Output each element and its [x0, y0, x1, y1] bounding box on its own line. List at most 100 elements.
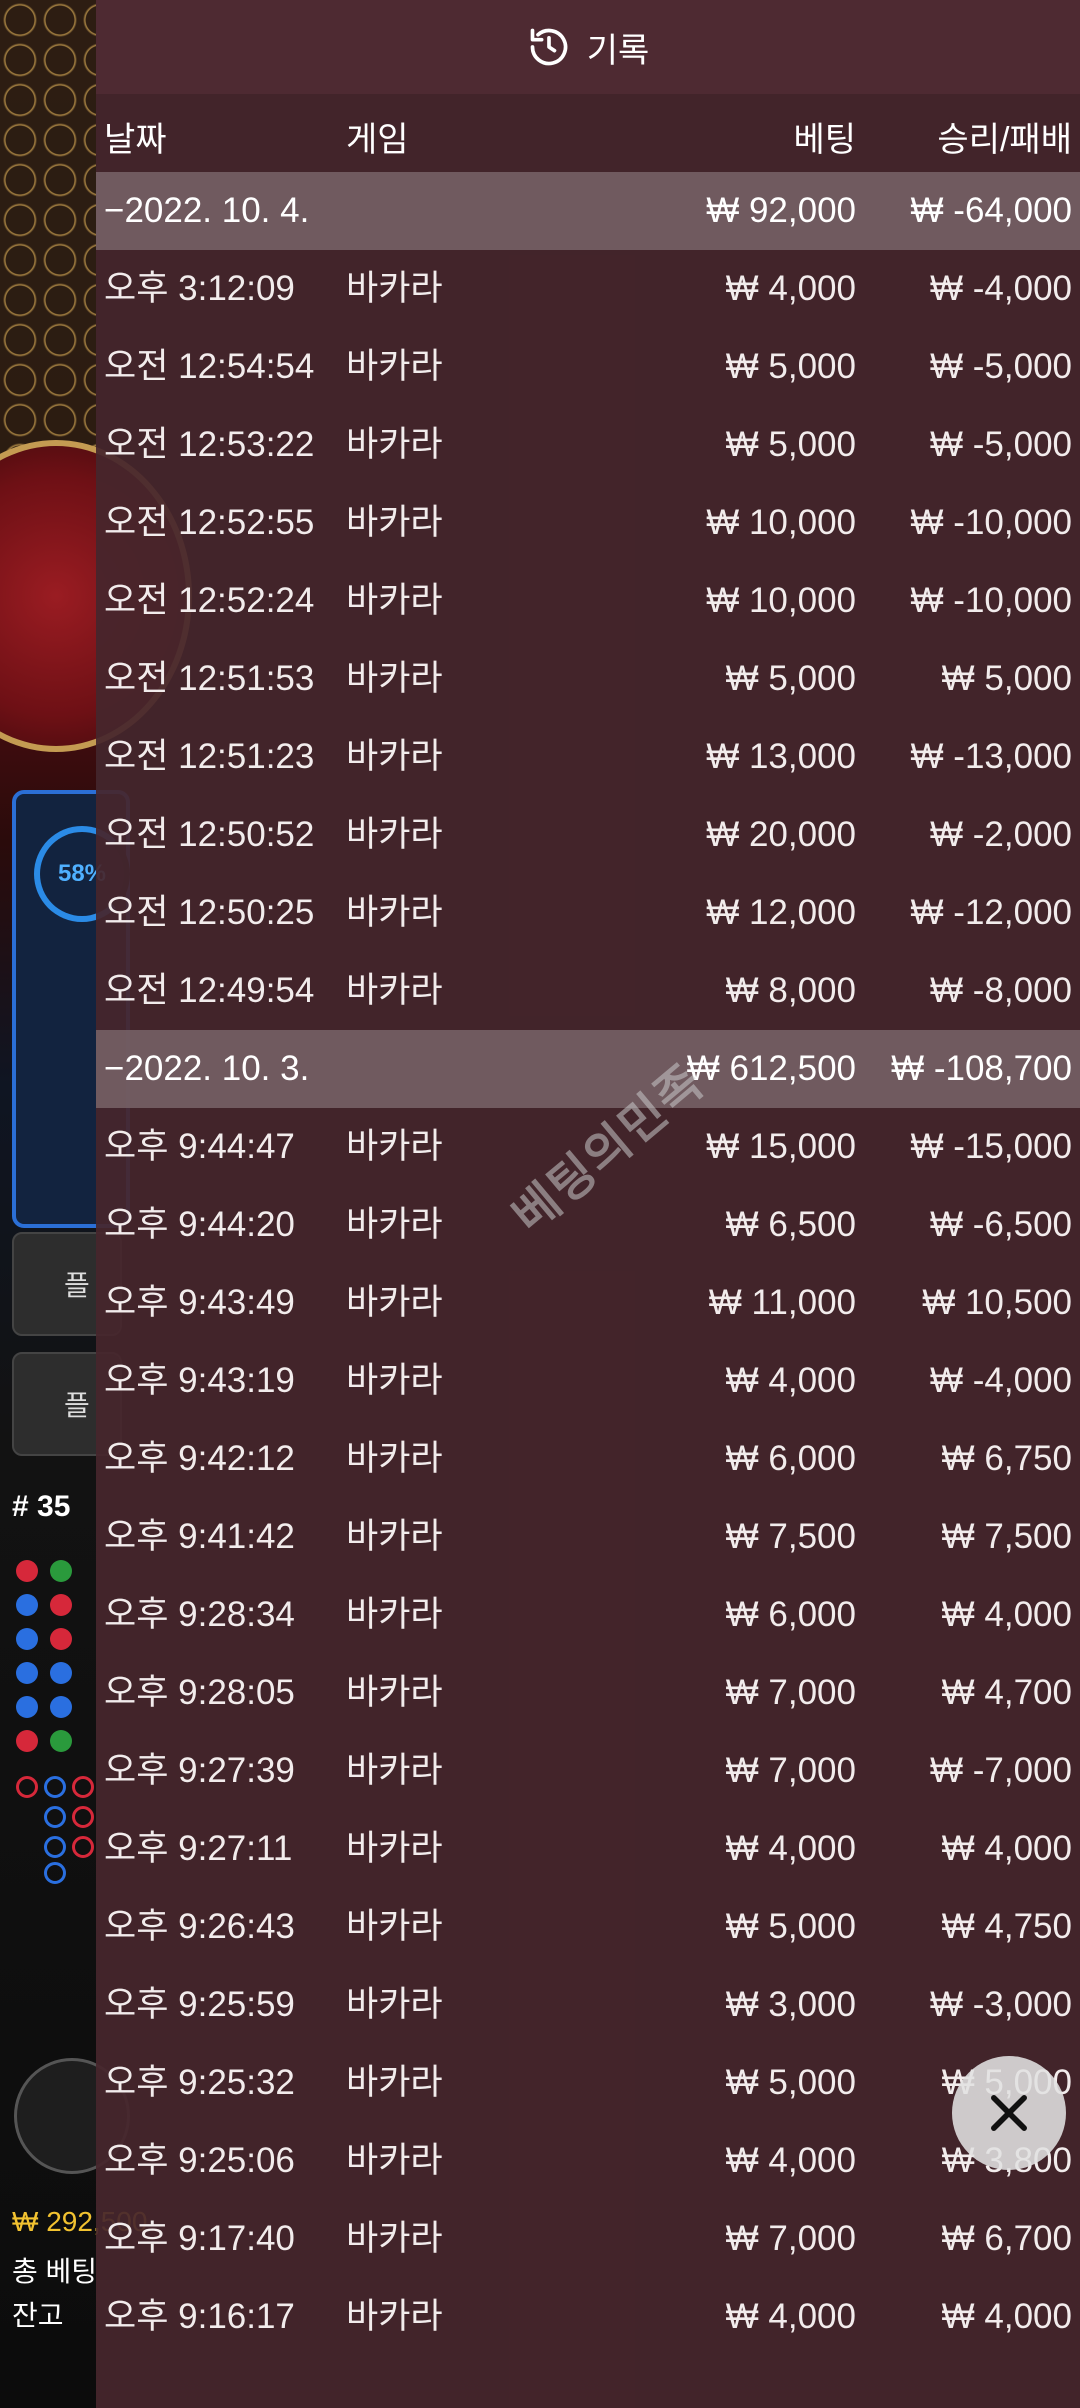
row-time: 오후 9:25:59	[104, 1985, 295, 2024]
row-game: 바카라	[346, 1127, 443, 1166]
row-bet: ₩ 10,000	[706, 581, 856, 620]
table-row[interactable]: 오후 9:43:49 바카라 ₩ 11,000 ₩ 10,500	[96, 1264, 1080, 1342]
row-time: 오전 12:50:25	[104, 893, 315, 932]
table-row[interactable]: 오후 9:41:42 바카라 ₩ 7,500 ₩ 7,500	[96, 1498, 1080, 1576]
row-time: 오후 9:25:06	[104, 2141, 295, 2180]
row-game: 바카라	[346, 2297, 443, 2336]
table-row[interactable]: 오전 12:51:53 바카라 ₩ 5,000 ₩ 5,000	[96, 640, 1080, 718]
row-game: 바카라	[346, 425, 443, 464]
row-bet: ₩ 4,000	[725, 2297, 856, 2336]
row-result: ₩ -3,000	[930, 1985, 1072, 2024]
row-time: 오후 3:12:09	[104, 269, 295, 308]
row-bet: ₩ 7,000	[725, 2219, 856, 2258]
table-row[interactable]: 오후 9:27:11 바카라 ₩ 4,000 ₩ 4,000	[96, 1810, 1080, 1888]
row-bet: ₩ 3,000	[725, 1985, 856, 2024]
row-result: ₩ 6,700	[941, 2219, 1072, 2258]
row-result: ₩ 4,000	[941, 2297, 1072, 2336]
row-result: ₩ 5,000	[941, 659, 1072, 698]
row-time: 오후 9:27:39	[104, 1751, 295, 1790]
table-row[interactable]: 오후 9:26:43 바카라 ₩ 5,000 ₩ 4,750	[96, 1888, 1080, 1966]
row-game: 바카라	[346, 1829, 443, 1868]
row-game: 바카라	[346, 1361, 443, 1400]
row-time: 오전 12:54:54	[104, 347, 315, 386]
row-bet: ₩ 4,000	[725, 2141, 856, 2180]
row-time: 오전 12:51:53	[104, 659, 315, 698]
table-header: 날짜 게임 베팅 승리/패배	[96, 96, 1080, 168]
table-row[interactable]: 오후 9:28:05 바카라 ₩ 7,000 ₩ 4,700	[96, 1654, 1080, 1732]
history-title: 기록	[586, 31, 650, 70]
row-result: ₩ -13,000	[910, 737, 1072, 776]
day-summary-row[interactable]: −2022. 10. 4. ₩ 92,000 ₩ -64,000	[96, 172, 1080, 250]
history-table: −2022. 10. 4. ₩ 92,000 ₩ -64,000 오후 3:12…	[96, 172, 1080, 2356]
row-result: ₩ -4,000	[930, 269, 1072, 308]
row-bet: ₩ 13,000	[706, 737, 856, 776]
row-bet: ₩ 5,000	[725, 659, 856, 698]
row-game: 바카라	[346, 1907, 443, 1946]
row-time: 오후 9:44:20	[104, 1205, 295, 1244]
row-bet: ₩ 20,000	[706, 815, 856, 854]
table-row[interactable]: 오후 9:42:12 바카라 ₩ 6,000 ₩ 6,750	[96, 1420, 1080, 1498]
column-header-game: 게임	[346, 121, 409, 159]
row-time: 오전 12:52:24	[104, 581, 315, 620]
row-bet: ₩ 6,000	[725, 1439, 856, 1478]
row-bet: ₩ 5,000	[725, 1907, 856, 1946]
table-row[interactable]: 오후 9:25:32바카라₩ 5,000₩ 5,000	[96, 2044, 1080, 2122]
row-bet: ₩ 11,000	[708, 1283, 856, 1322]
row-result: ₩ -5,000	[930, 425, 1072, 464]
row-game: 바카라	[346, 347, 443, 386]
round-number: # 35	[12, 1490, 71, 1523]
table-row[interactable]: 오후 9:25:59 바카라 ₩ 3,000 ₩ -3,000	[96, 1966, 1080, 2044]
row-game: 바카라	[346, 581, 443, 620]
row-bet: ₩ 7,000	[725, 1673, 856, 1712]
row-bet: ₩ 4,000	[725, 1829, 856, 1868]
table-row[interactable]: 오전 12:50:25 바카라 ₩ 12,000 ₩ -12,000	[96, 874, 1080, 952]
row-bet: ₩ 7,000	[725, 1751, 856, 1790]
row-bet: ₩ 5,000	[725, 2063, 856, 2102]
history-icon	[530, 28, 567, 66]
row-result: ₩ 6,750	[941, 1439, 1072, 1478]
row-result: ₩ -6,500	[930, 1205, 1072, 1244]
row-time: 오전 12:53:22	[104, 425, 315, 464]
row-time: 오후 9:41:42	[104, 1517, 295, 1556]
table-row[interactable]: 오전 12:54:54 바카라 ₩ 5,000 ₩ -5,000	[96, 328, 1080, 406]
row-result: ₩ -15,000	[910, 1127, 1072, 1166]
table-row[interactable]: 오후 9:28:34 바카라 ₩ 6,000 ₩ 4,000	[96, 1576, 1080, 1654]
row-bet: ₩ 5,000	[725, 425, 856, 464]
row-game: 바카라	[346, 1439, 443, 1478]
row-bet: ₩ 12,000	[706, 893, 856, 932]
column-header-date: 날짜	[104, 121, 167, 159]
row-result: ₩ -12,000	[910, 893, 1072, 932]
table-row[interactable]: 오전 12:52:24 바카라 ₩ 10,000 ₩ -10,000	[96, 562, 1080, 640]
row-result: ₩ -5,000	[930, 347, 1072, 386]
row-game: 바카라	[346, 2063, 443, 2102]
row-time: 오후 9:27:11	[104, 1829, 293, 1868]
row-result: ₩ -2,000	[930, 815, 1072, 854]
row-result: ₩ 4,750	[941, 1907, 1072, 1946]
row-game: 바카라	[346, 737, 443, 776]
table-row[interactable]: 오전 12:52:55 바카라 ₩ 10,000 ₩ -10,000	[96, 484, 1080, 562]
table-row[interactable]: 오전 12:53:22 바카라 ₩ 5,000 ₩ -5,000	[96, 406, 1080, 484]
close-button[interactable]	[952, 2056, 1066, 2170]
row-time: 오후 9:43:19	[104, 1361, 295, 1400]
row-time: 오후 9:16:17	[104, 2297, 295, 2336]
row-game: 바카라	[346, 1517, 443, 1556]
close-icon	[991, 2095, 1027, 2131]
row-bet: ₩ 6,000	[725, 1595, 856, 1634]
row-game: 바카라	[346, 815, 443, 854]
table-row[interactable]: 오전 12:50:52 바카라 ₩ 20,000 ₩ -2,000	[96, 796, 1080, 874]
table-row[interactable]: 오후 9:43:19 바카라 ₩ 4,000 ₩ -4,000	[96, 1342, 1080, 1420]
table-row[interactable]: 오후 3:12:09 바카라 ₩ 4,000 ₩ -4,000	[96, 250, 1080, 328]
day-summary-row[interactable]: −2022. 10. 3. ₩ 612,500 ₩ -108,700	[96, 1030, 1080, 1108]
row-time: 오후 9:17:40	[104, 2219, 295, 2258]
row-time: 오전 12:51:23	[104, 737, 315, 776]
table-row[interactable]: 오전 12:51:23 바카라 ₩ 13,000 ₩ -13,000	[96, 718, 1080, 796]
day-total-result: ₩ -64,000	[910, 191, 1072, 230]
history-header: 기록	[96, 0, 1080, 94]
row-time: 오전 12:50:52	[104, 815, 315, 854]
table-row[interactable]: 오후 9:17:40 바카라 ₩ 7,000 ₩ 6,700	[96, 2200, 1080, 2278]
table-row[interactable]: 오전 12:49:54 바카라 ₩ 8,000 ₩ -8,000	[96, 952, 1080, 1030]
total-bet-label: 총 베팅	[12, 2256, 98, 2287]
table-row[interactable]: 오후 9:16:17 바카라 ₩ 4,000 ₩ 4,000	[96, 2278, 1080, 2356]
table-row[interactable]: 오후 9:27:39 바카라 ₩ 7,000 ₩ -7,000	[96, 1732, 1080, 1810]
table-row[interactable]: 오후 9:25:06바카라₩ 4,000₩ 3,800	[96, 2122, 1080, 2200]
